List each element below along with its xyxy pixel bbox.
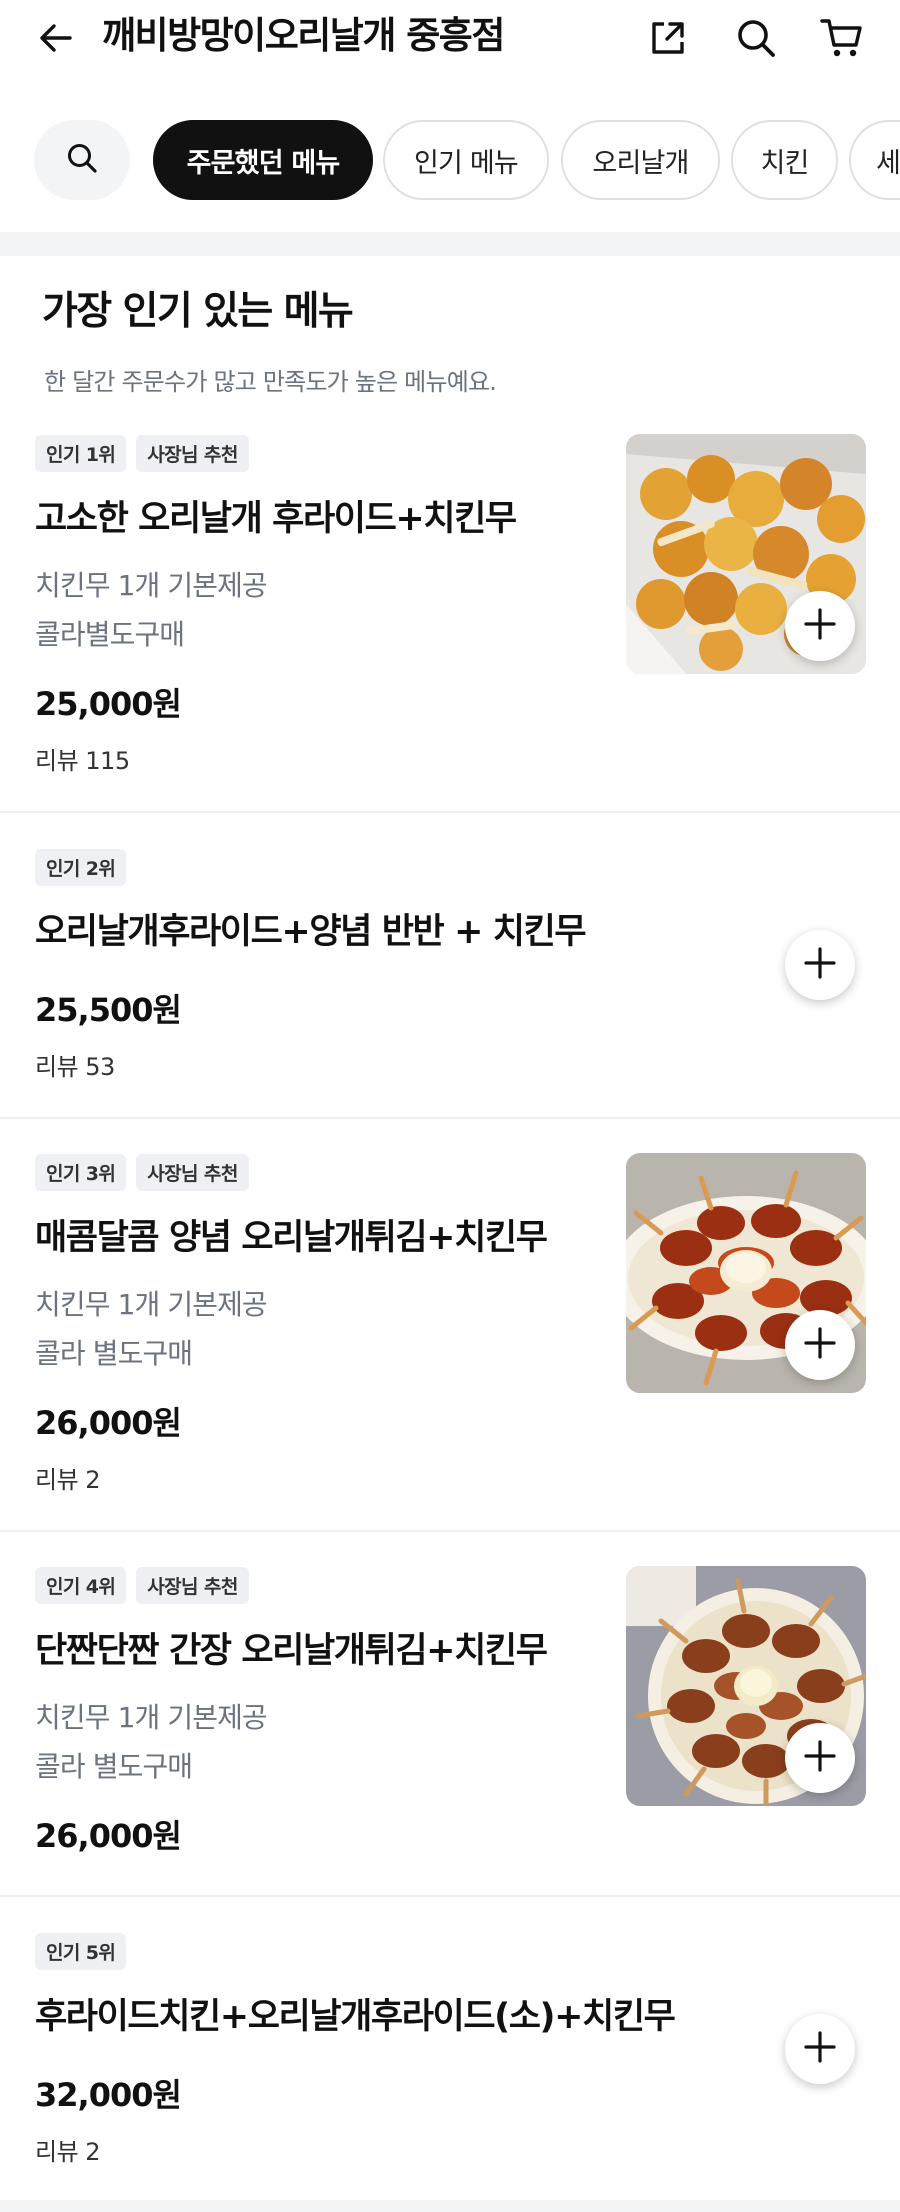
item-divider xyxy=(0,1895,900,1897)
top-bar: 깨비방망이오리날개 중흥점 xyxy=(0,0,900,74)
menu-item-review: 리뷰 2 xyxy=(35,1466,101,1494)
add-to-cart-button[interactable] xyxy=(785,1723,855,1793)
add-to-cart-button[interactable] xyxy=(785,591,855,661)
menu-item-name: 단짠단짠 간장 오리날개튀김+치킨무 xyxy=(35,1631,548,1671)
chip-chicken[interactable]: 치킨 xyxy=(731,120,838,200)
menu-item-review: 리뷰 115 xyxy=(35,747,130,775)
rank-badge: 인기 5위 xyxy=(35,1933,127,1970)
chip-ordered-menu[interactable]: 주문했던 메뉴 xyxy=(153,120,373,200)
plus-icon xyxy=(803,1739,837,1777)
menu-item-price: 32,000원 xyxy=(35,2076,182,2114)
search-icon[interactable] xyxy=(732,14,780,62)
section-title: 가장 인기 있는 메뉴 xyxy=(42,289,354,334)
menu-item-desc: 콜라별도구매 xyxy=(35,618,185,651)
item-divider xyxy=(0,1117,900,1119)
menu-item-name: 오리날개후라이드+양념 반반 + 치킨무 xyxy=(35,912,587,952)
menu-item-name: 매콤달콤 양념 오리날개튀김+치킨무 xyxy=(35,1218,548,1258)
rank-badge: 인기 1위 xyxy=(35,435,127,472)
badge-group: 인기 5위 xyxy=(35,1933,127,1970)
owner-pick-badge: 사장님 추천 xyxy=(136,1154,249,1191)
rank-badge: 인기 2위 xyxy=(35,849,127,886)
add-to-cart-button[interactable] xyxy=(785,930,855,1000)
badge-group: 인기 4위 사장님 추천 xyxy=(35,1567,249,1604)
plus-icon xyxy=(803,2030,837,2068)
menu-item-price: 25,000원 xyxy=(35,685,182,723)
bottom-divider xyxy=(0,2200,900,2212)
owner-pick-badge: 사장님 추천 xyxy=(136,435,249,472)
menu-item-review: 리뷰 53 xyxy=(35,1053,115,1081)
category-chips: 주문했던 메뉴 인기 메뉴 오리날개 치킨 세 xyxy=(0,120,900,200)
plus-icon xyxy=(803,946,837,984)
owner-pick-badge: 사장님 추천 xyxy=(136,1567,249,1604)
menu-item-price: 25,500원 xyxy=(35,991,182,1029)
back-arrow-icon[interactable] xyxy=(34,16,78,60)
add-to-cart-button[interactable] xyxy=(785,1310,855,1380)
badge-group: 인기 3위 사장님 추천 xyxy=(35,1154,249,1191)
chip-duck-wings[interactable]: 오리날개 xyxy=(561,120,720,200)
chip-search-button[interactable] xyxy=(34,120,130,200)
menu-item-desc: 치킨무 1개 기본제공 xyxy=(35,1288,268,1321)
add-to-cart-button[interactable] xyxy=(785,2014,855,2084)
item-divider xyxy=(0,1530,900,1532)
plus-icon xyxy=(803,607,837,645)
item-divider xyxy=(0,811,900,813)
rank-badge: 인기 4위 xyxy=(35,1567,127,1604)
share-icon[interactable] xyxy=(644,14,692,62)
rank-badge: 인기 3위 xyxy=(35,1154,127,1191)
section-subtitle: 한 달간 주문수가 많고 만족도가 높은 메뉴예요. xyxy=(44,368,497,396)
search-icon xyxy=(65,141,99,179)
menu-item-review: 리뷰 2 xyxy=(35,2138,101,2166)
badge-group: 인기 1위 사장님 추천 xyxy=(35,435,249,472)
section-divider xyxy=(0,232,900,256)
menu-item-desc: 콜라 별도구매 xyxy=(35,1750,193,1783)
cart-icon[interactable] xyxy=(818,14,866,62)
chip-set[interactable]: 세 xyxy=(849,120,900,200)
chip-popular-menu[interactable]: 인기 메뉴 xyxy=(383,120,549,200)
menu-item-name: 후라이드치킨+오리날개후라이드(소)+치킨무 xyxy=(35,1997,676,2037)
badge-group: 인기 2위 xyxy=(35,849,127,886)
store-title: 깨비방망이오리날개 중흥점 xyxy=(102,14,505,57)
menu-item-desc: 치킨무 1개 기본제공 xyxy=(35,1701,268,1734)
plus-icon xyxy=(803,1326,837,1364)
menu-item-name: 고소한 오리날개 후라이드+치킨무 xyxy=(35,499,517,539)
menu-item-price: 26,000원 xyxy=(35,1404,182,1442)
menu-item-desc: 치킨무 1개 기본제공 xyxy=(35,569,268,602)
menu-item-desc: 콜라 별도구매 xyxy=(35,1337,193,1370)
menu-item-price: 26,000원 xyxy=(35,1817,182,1855)
